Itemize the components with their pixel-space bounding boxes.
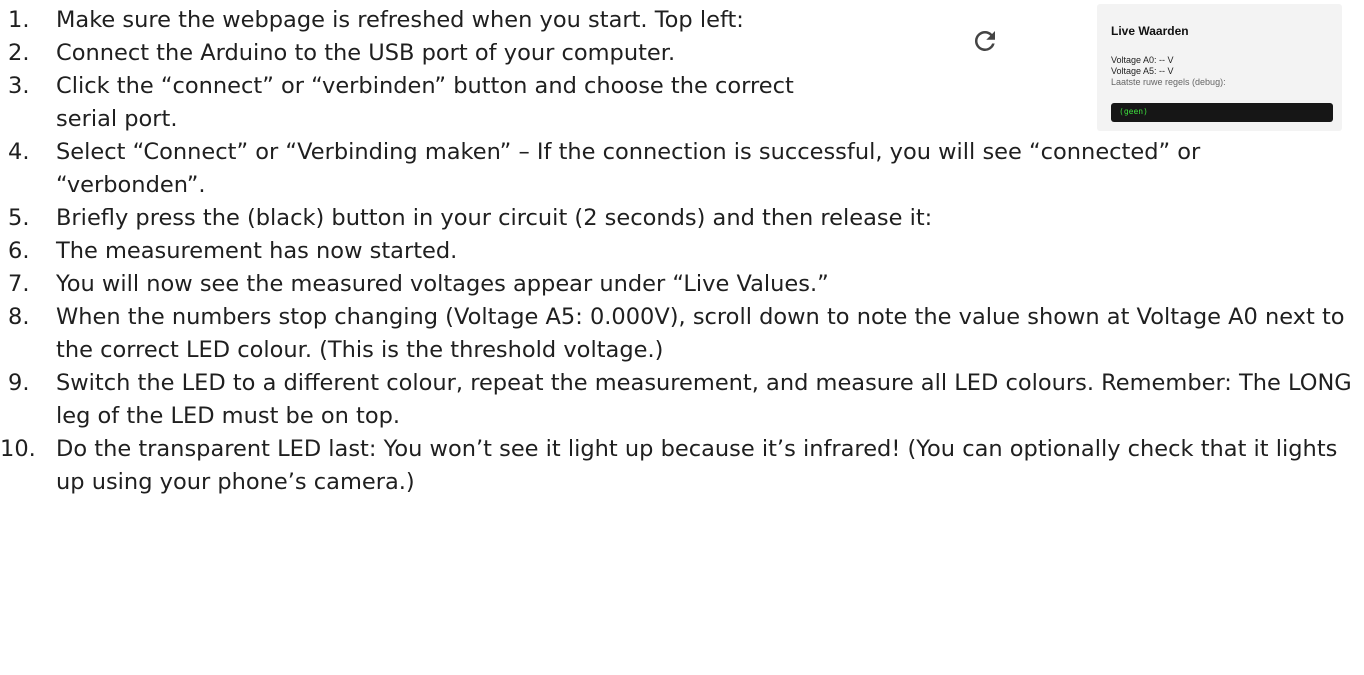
panel-title: Live Waarden — [1111, 24, 1189, 38]
step-text: Switch the LED to a different colour, re… — [56, 370, 1352, 429]
step-number: 10. — [0, 436, 36, 462]
step-number: 2. — [8, 40, 30, 66]
step-text: You will now see the measured voltages a… — [56, 271, 829, 297]
step-text: Briefly press the (black) button in your… — [56, 205, 933, 231]
step-text: Make sure the webpage is refreshed when … — [56, 4, 995, 51]
step-7: 7. You will now see the measured voltage… — [0, 268, 1360, 301]
step-text: Do the transparent LED last: You won’t s… — [56, 436, 1338, 495]
step-number: 9. — [8, 370, 30, 396]
step-number: 1. — [8, 7, 30, 33]
live-values-panel: Live Waarden Voltage A0: -- V Voltage A5… — [1097, 4, 1342, 131]
step-text: When the numbers stop changing (Voltage … — [56, 304, 1345, 363]
debug-output-box: (geen) — [1111, 103, 1333, 122]
step-10: 10. Do the transparent LED last: You won… — [0, 433, 1360, 499]
step-4: 4. Select “Connect” or “Verbinding maken… — [0, 136, 1360, 202]
debug-label: Laatste ruwe regels (debug): — [1111, 77, 1226, 87]
debug-output-text: (geen) — [1119, 107, 1148, 116]
step-number: 5. — [8, 205, 30, 231]
step-number: 8. — [8, 304, 30, 330]
step-6: 6. The measurement has now started. — [0, 235, 1360, 268]
voltage-a5-readout: Voltage A5: -- V — [1111, 66, 1174, 76]
step-9: 9. Switch the LED to a different colour,… — [0, 367, 1360, 433]
voltage-a0-readout: Voltage A0: -- V — [1111, 55, 1174, 65]
step-text: Click the “connect” or “verbinden” butto… — [56, 73, 794, 132]
step-8: 8. When the numbers stop changing (Volta… — [0, 301, 1360, 367]
step-5: 5. Briefly press the (black) button in y… — [0, 202, 1360, 235]
step-number: 6. — [8, 238, 30, 264]
step-text: Select “Connect” or “Verbinding maken” –… — [56, 139, 1201, 198]
step-number: 7. — [8, 271, 30, 297]
step-text: The measurement has now started. — [56, 238, 458, 264]
step-text: Connect the Arduino to the USB port of y… — [56, 40, 676, 66]
step-number: 3. — [8, 73, 30, 99]
step-number: 4. — [8, 139, 30, 165]
